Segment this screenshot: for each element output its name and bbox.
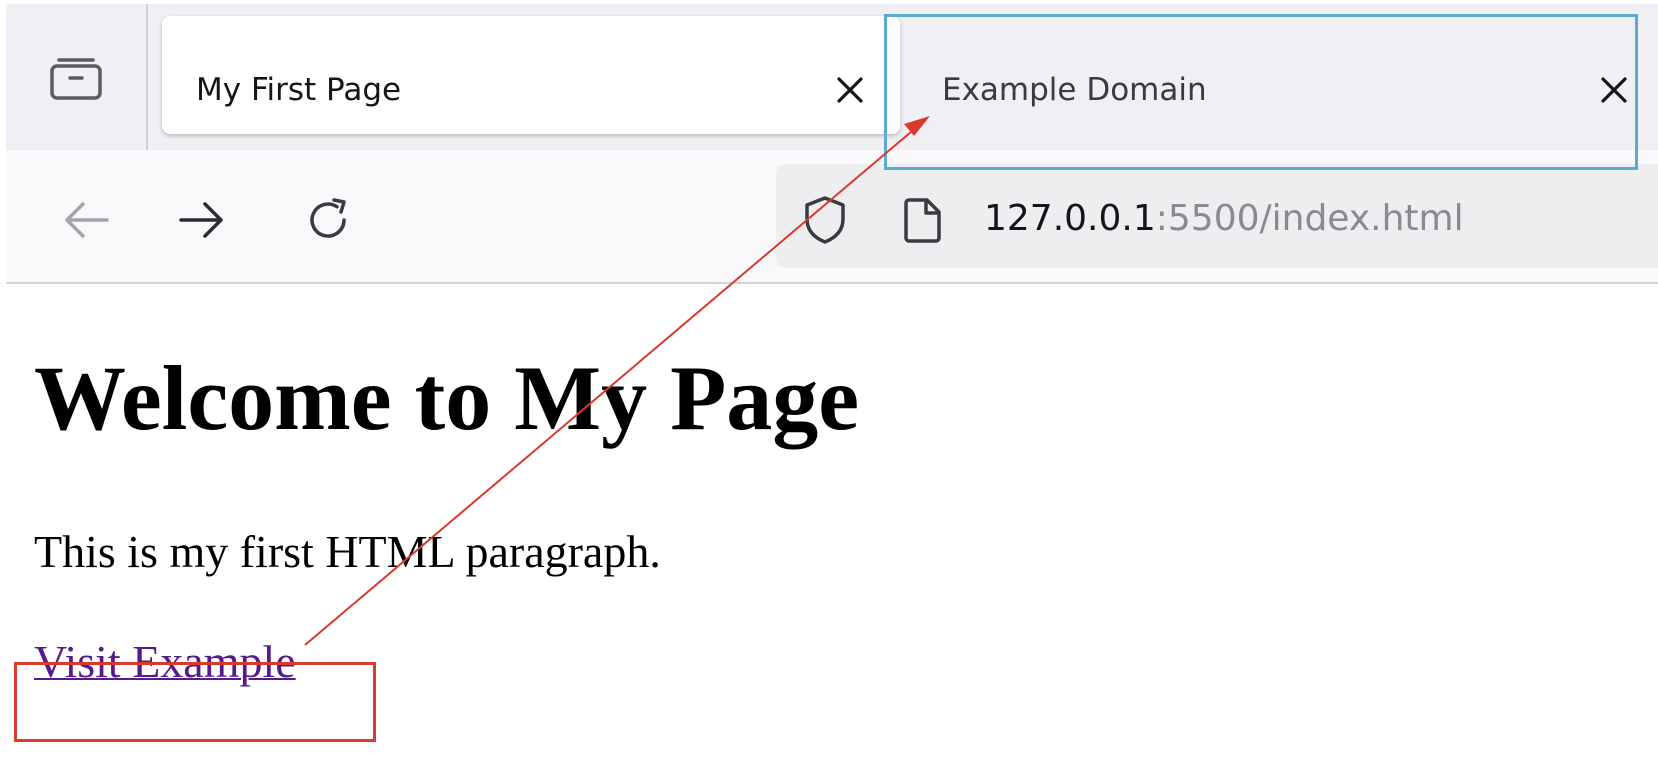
visit-example-link[interactable]: Visit Example xyxy=(34,634,296,690)
tab-title: Example Domain xyxy=(942,72,1207,108)
navigation-toolbar: 127.0.0.1:5500/index.html xyxy=(6,150,1658,284)
tab-title: My First Page xyxy=(196,72,402,108)
url-host: 127.0.0.1 xyxy=(984,198,1156,239)
close-icon[interactable] xyxy=(832,72,868,108)
address-bar[interactable]: 127.0.0.1:5500/index.html xyxy=(776,164,1658,268)
arrow-right-icon xyxy=(177,200,227,244)
tab-overview-button[interactable] xyxy=(6,4,148,150)
reload-icon xyxy=(304,196,352,248)
reload-button[interactable] xyxy=(296,190,360,254)
tab-example-domain[interactable]: Example Domain xyxy=(902,16,1652,134)
close-icon[interactable] xyxy=(1596,72,1632,108)
tab-overview-icon xyxy=(49,54,103,100)
page-icon[interactable] xyxy=(900,194,946,246)
url-path: :5500/index.html xyxy=(1155,198,1464,239)
tab-strip: My First Page Example Domain xyxy=(6,4,1658,150)
page-paragraph: This is my first HTML paragraph. xyxy=(34,526,661,577)
page-heading: Welcome to My Page xyxy=(34,347,860,449)
forward-button[interactable] xyxy=(170,190,234,254)
back-button[interactable] xyxy=(54,190,118,254)
url-text: 127.0.0.1:5500/index.html xyxy=(984,196,1464,242)
arrow-left-icon xyxy=(61,200,111,244)
page-content: Welcome to My Page This is my first HTML… xyxy=(6,286,1658,776)
tab-my-first-page[interactable]: My First Page xyxy=(162,16,900,134)
shield-icon[interactable] xyxy=(800,194,850,246)
